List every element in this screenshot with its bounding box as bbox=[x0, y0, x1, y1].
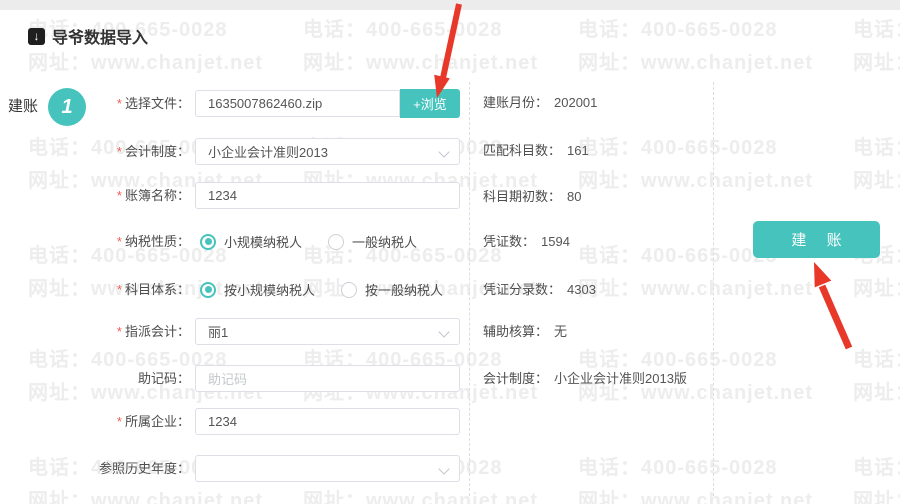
summary-item: 会计制度： 小企业会计准则2013版 bbox=[483, 369, 687, 389]
summary-value: 80 bbox=[567, 189, 582, 204]
summary-label: 建账月份： bbox=[483, 95, 549, 110]
summary-value: 202001 bbox=[554, 95, 598, 110]
summary-label: 会计制度： bbox=[483, 371, 549, 386]
summary-item: 科目期初数： 80 bbox=[483, 187, 581, 207]
summary-label: 凭证数： bbox=[483, 234, 536, 249]
summary-label: 科目期初数： bbox=[483, 189, 562, 204]
summary-value: 小企业会计准则2013版 bbox=[554, 371, 687, 386]
create-account-button[interactable]: 建 账 bbox=[753, 221, 880, 258]
summary-label: 匹配科目数： bbox=[483, 143, 562, 158]
summary-item: 辅助核算： 无 bbox=[483, 322, 567, 342]
summary-value: 161 bbox=[567, 143, 589, 158]
import-page: 电话：400-665-0028 网址：www.chanjet.net 电话：400-… bbox=[0, 0, 900, 504]
summary-label: 凭证分录数： bbox=[483, 282, 562, 297]
summary-item: 凭证分录数： 4303 bbox=[483, 280, 596, 300]
summary-value: 1594 bbox=[541, 234, 570, 249]
summary-value: 无 bbox=[554, 324, 568, 339]
summary-item: 建账月份： 202001 bbox=[483, 93, 597, 113]
summary-value: 4303 bbox=[567, 282, 596, 297]
summary-item: 匹配科目数： 161 bbox=[483, 141, 589, 161]
summary-label: 辅助核算： bbox=[483, 324, 549, 339]
summary-item: 凭证数： 1594 bbox=[483, 232, 570, 252]
